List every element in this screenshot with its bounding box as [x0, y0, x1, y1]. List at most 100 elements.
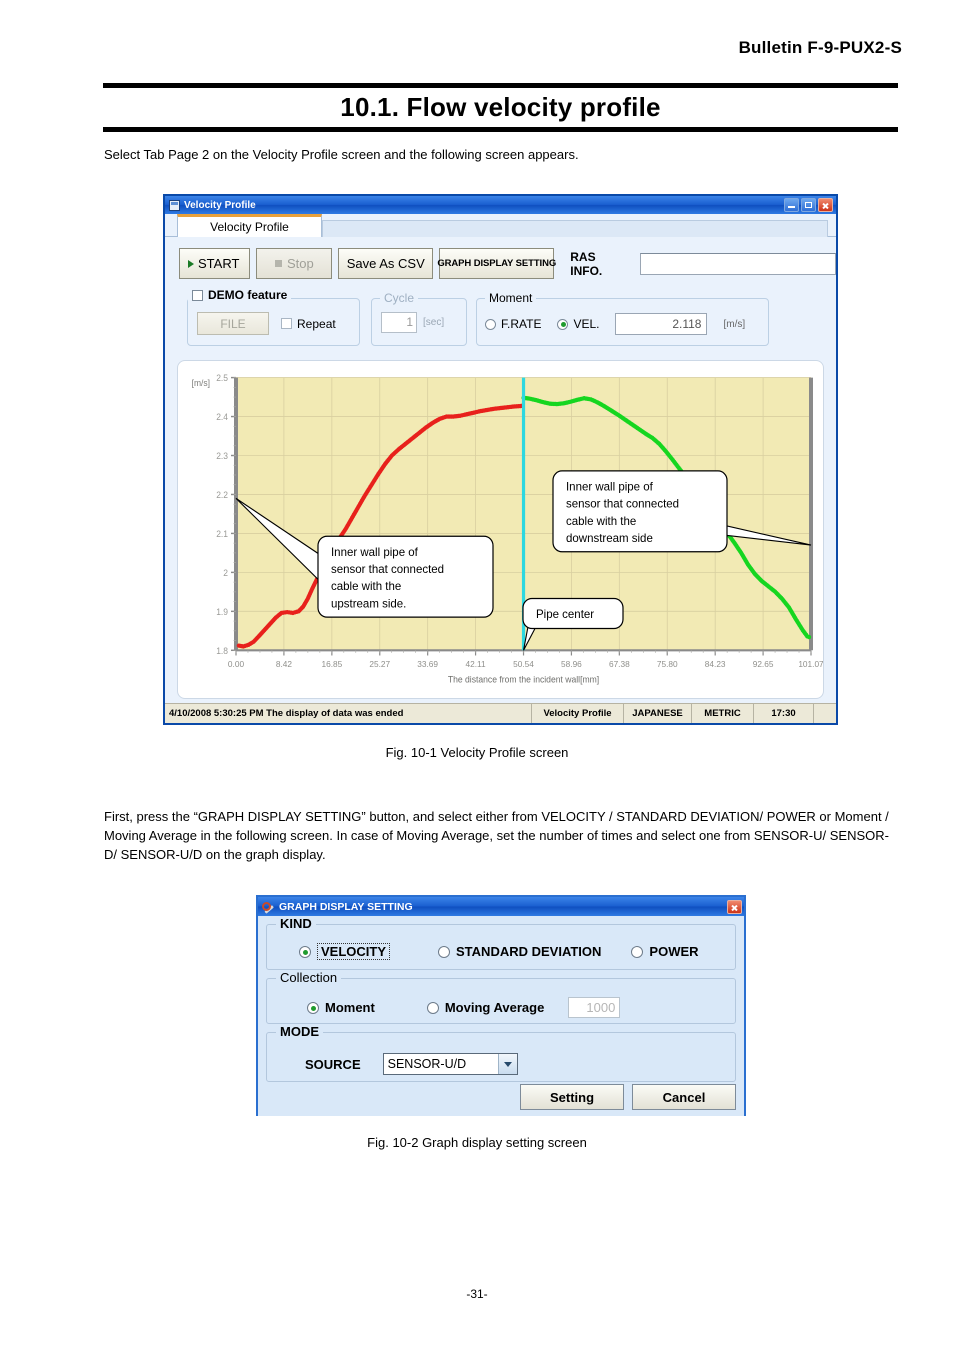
y-tick-label: 1.8: [216, 646, 228, 656]
collection-group: Collection Moment Moving Average 1000: [266, 970, 736, 1024]
ras-info-input[interactable]: [639, 252, 836, 275]
dialog-titlebar[interactable]: GRAPH DISPLAY SETTING: [258, 897, 744, 916]
wrench-icon: [262, 901, 275, 913]
x-tick-label: 0.00: [228, 659, 244, 669]
source-label: SOURCE: [305, 1056, 361, 1072]
callout-text-line: Pipe center: [536, 608, 594, 621]
status-language: JAPANESE: [624, 704, 692, 723]
chevron-down-icon[interactable]: [497, 1054, 517, 1074]
velocity-label: VELOCITY: [317, 943, 391, 960]
dialog-close-icon[interactable]: [727, 899, 742, 914]
dialog-title: GRAPH DISPLAY SETTING: [279, 900, 413, 913]
demo-feature-header[interactable]: DEMO feature: [188, 288, 292, 302]
minimize-icon[interactable]: [784, 198, 799, 212]
setting-button-label: Setting: [549, 1089, 595, 1105]
velocity-profile-chart: 1.8 1.9 2 2.1 2.2 2.3 2.4 2.5 [m/s] 0.00 8.42 16.85…: [178, 361, 823, 698]
velocity-radio[interactable]: [299, 945, 311, 958]
cancel-button-label: Cancel: [662, 1089, 706, 1105]
save-as-csv-button[interactable]: Save As CSV: [338, 248, 434, 279]
kind-group: KIND VELOCITY STANDARD DEVIATION POWER: [266, 916, 736, 970]
title-rule-bottom: [103, 127, 898, 132]
window-body: Velocity Profile START Stop Save As CSV …: [165, 214, 836, 723]
power-radio[interactable]: [631, 945, 644, 958]
repeat-label: Repeat: [297, 316, 336, 331]
file-button-label: FILE: [220, 316, 246, 331]
kind-option-standard-deviation[interactable]: STANDARD DEVIATION: [438, 944, 601, 959]
y-tick-label: 2.3: [216, 451, 228, 461]
callout-text-line: cable with the: [331, 580, 401, 593]
standard-deviation-radio[interactable]: [438, 945, 451, 958]
demo-feature-group: DEMO feature FILE Repeat: [187, 288, 360, 346]
cancel-button[interactable]: Cancel: [632, 1084, 736, 1110]
callout-text-line: downstream side: [566, 532, 653, 545]
play-icon: [188, 259, 194, 268]
moment-row: F.RATE VEL. 2.118 [m/s]: [485, 313, 745, 335]
x-tick-label: 84.23: [705, 659, 726, 669]
y-tick-label: 2.1: [216, 529, 228, 539]
repeat-option[interactable]: Repeat: [281, 317, 336, 331]
start-button[interactable]: START: [179, 248, 251, 279]
stop-button-label: Stop: [286, 256, 314, 271]
window-title: Velocity Profile: [184, 199, 256, 211]
callout-text-line: Inner wall pipe of: [566, 480, 654, 493]
y-tick-label: 2.5: [216, 373, 228, 383]
collection-option-moment[interactable]: Moment: [307, 1000, 375, 1015]
kind-option-velocity[interactable]: VELOCITY: [299, 943, 391, 960]
demo-feature-row: FILE Repeat: [197, 312, 336, 335]
x-tick-label: 42.11: [466, 659, 486, 669]
tab-velocity-profile[interactable]: Velocity Profile: [177, 214, 322, 237]
collection-option-moving-average[interactable]: Moving Average: [426, 1000, 544, 1015]
mode-row: SOURCE SENSOR-U/D: [267, 1053, 735, 1075]
moment-group: Moment F.RATE VEL. 2.118 [m/s]: [476, 291, 769, 346]
toolbar: START Stop Save As CSV GRAPH DISPLAY SET…: [179, 248, 836, 279]
source-select[interactable]: SENSOR-U/D: [382, 1053, 518, 1075]
x-tick-label: 33.69: [417, 659, 438, 669]
cycle-group-caption: Cycle: [380, 291, 419, 305]
stop-button[interactable]: Stop: [256, 248, 333, 279]
stop-icon: [274, 260, 282, 267]
moment-radio[interactable]: [307, 1001, 319, 1014]
instruction-paragraph: First, press the “GRAPH DISPLAY SETTING”…: [104, 809, 889, 862]
mode-group-caption: MODE: [276, 1024, 323, 1039]
maximize-icon[interactable]: [801, 198, 816, 212]
callout-text-line: sensor that connected: [331, 563, 444, 576]
vel-radio-option[interactable]: VEL.: [557, 317, 599, 331]
intro-paragraph: Select Tab Page 2 on the Velocity Profil…: [104, 147, 579, 162]
file-button[interactable]: FILE: [197, 312, 269, 335]
chart-svg: 1.8 1.9 2 2.1 2.2 2.3 2.4 2.5 [m/s] 0.00 8.42 16.85…: [192, 373, 823, 684]
kind-option-power[interactable]: POWER: [631, 944, 699, 959]
frate-radio[interactable]: [485, 318, 496, 330]
standard-deviation-label: STANDARD DEVIATION: [456, 944, 602, 959]
start-button-label: START: [198, 256, 240, 271]
save-as-csv-label: Save As CSV: [346, 256, 425, 271]
power-label: POWER: [649, 944, 699, 959]
close-icon[interactable]: [818, 198, 833, 212]
x-tick-label: 16.85: [321, 659, 342, 669]
graph-display-setting-dialog: GRAPH DISPLAY SETTING KIND VELOCITY STAN…: [256, 895, 746, 1116]
vel-radio[interactable]: [557, 318, 569, 330]
status-screen: Velocity Profile: [532, 704, 624, 723]
cycle-input[interactable]: 1: [381, 312, 417, 333]
moving-average-input[interactable]: 1000: [568, 997, 621, 1018]
x-tick-label: 67.38: [609, 659, 630, 669]
setting-button[interactable]: Setting: [520, 1084, 624, 1110]
x-tick-label: 8.42: [276, 659, 292, 669]
vel-label: VEL.: [573, 317, 600, 331]
moving-average-radio[interactable]: [426, 1001, 439, 1014]
demo-feature-checkbox[interactable]: [192, 289, 203, 301]
cycle-row: 1 [sec]: [381, 312, 444, 333]
repeat-checkbox[interactable]: [281, 318, 292, 329]
y-tick-label: 2.2: [216, 490, 228, 500]
graph-display-setting-button[interactable]: GRAPH DISPLAY SETTING: [437, 248, 557, 279]
callout-text-line: Inner wall pipe of: [331, 546, 419, 559]
moment-value-field[interactable]: 2.118: [615, 313, 708, 335]
dialog-buttons: Setting Cancel: [520, 1084, 736, 1110]
graph-display-setting-label: GRAPH DISPLAY SETTING: [437, 258, 557, 269]
status-units: METRIC: [692, 704, 754, 723]
x-tick-label: 58.96: [561, 659, 582, 669]
status-bar: 4/10/2008 5:30:25 PM The display of data…: [165, 703, 836, 723]
moment-group-caption: Moment: [485, 291, 537, 305]
window-titlebar[interactable]: Velocity Profile: [165, 196, 836, 214]
frate-radio-option[interactable]: F.RATE: [485, 317, 541, 331]
cycle-group: Cycle 1 [sec]: [371, 291, 467, 346]
